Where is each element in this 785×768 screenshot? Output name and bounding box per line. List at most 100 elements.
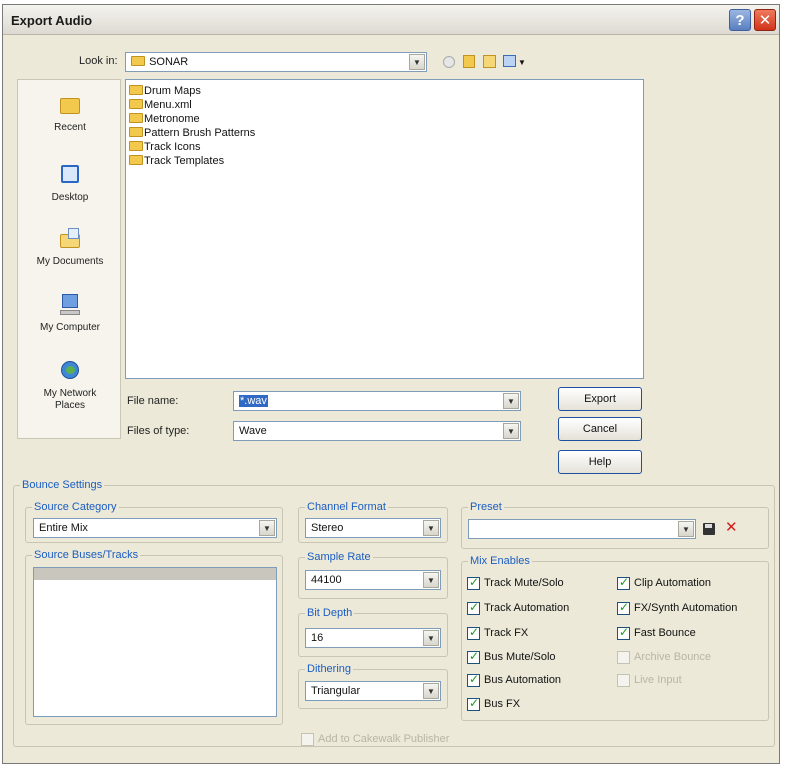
chevron-down-icon[interactable]: ▼: [503, 423, 519, 439]
chevron-down-icon[interactable]: ▼: [503, 393, 519, 409]
folder-icon: [129, 99, 143, 109]
source-buses-list[interactable]: [33, 567, 277, 717]
checkbox-box[interactable]: [467, 600, 480, 615]
new-folder-icon[interactable]: [483, 55, 496, 68]
chevron-down-icon[interactable]: ▼: [423, 630, 439, 646]
sample-rate-select[interactable]: 44100 ▼: [305, 570, 441, 590]
close-button[interactable]: ✕: [754, 9, 776, 31]
source-category-title: Source Category: [32, 501, 119, 513]
list-item[interactable]: Metronome: [129, 113, 200, 127]
list-header: [34, 568, 276, 580]
source-category-select[interactable]: Entire Mix ▼: [33, 518, 277, 538]
export-audio-dialog: Export Audio ? ✕ Look in: SONAR ▼ ▼ Rece…: [2, 4, 780, 764]
cancel-button[interactable]: Cancel: [558, 417, 642, 441]
place-label: My Network Places: [43, 388, 97, 411]
checkbox-label: Live Input: [634, 674, 682, 686]
checkbox-box[interactable]: [467, 696, 480, 711]
place-label: Desktop: [51, 192, 89, 203]
help-button[interactable]: Help: [558, 450, 642, 474]
files-of-type-select[interactable]: Wave ▼: [233, 421, 521, 441]
preset-title: Preset: [468, 501, 504, 513]
checkbox-label: Clip Automation: [634, 577, 712, 589]
folder-icon: [129, 85, 143, 95]
place-my-computer[interactable]: My Computer: [18, 292, 122, 334]
place-desktop[interactable]: Desktop: [18, 162, 122, 204]
folder-icon: [131, 56, 145, 66]
delete-preset-icon[interactable]: ✕: [725, 518, 738, 536]
list-item[interactable]: Track Templates: [129, 155, 224, 169]
save-preset-icon[interactable]: [703, 523, 715, 535]
dithering-select[interactable]: Triangular ▼: [305, 681, 441, 701]
view-menu-icon[interactable]: ▼: [503, 55, 526, 68]
checkbox-box[interactable]: [617, 600, 630, 615]
look-in-value: SONAR: [131, 56, 188, 68]
list-item[interactable]: Drum Maps: [129, 85, 201, 99]
chevron-down-icon[interactable]: ▼: [259, 520, 275, 536]
checkbox-box[interactable]: [467, 575, 480, 590]
checkbox-box[interactable]: [467, 625, 480, 640]
sample-rate-value: 44100: [311, 574, 342, 586]
chevron-down-icon[interactable]: ▼: [423, 520, 439, 536]
list-item[interactable]: Menu.xml: [129, 99, 192, 113]
chevron-down-icon[interactable]: ▼: [678, 521, 694, 537]
source-category-value: Entire Mix: [39, 522, 88, 534]
bit-depth-value: 16: [311, 632, 324, 644]
folder-name: Metronome: [144, 113, 200, 125]
checkbox-label: Archive Bounce: [634, 651, 712, 663]
place-network[interactable]: My Network Places: [18, 358, 122, 412]
checkbox-box[interactable]: [617, 625, 630, 640]
look-in-text: SONAR: [149, 56, 189, 68]
place-label: My Computer: [39, 322, 100, 333]
up-folder-icon[interactable]: [463, 55, 475, 68]
chevron-down-icon[interactable]: ▼: [409, 54, 425, 70]
desktop-icon: [56, 162, 84, 188]
checkbox-label: Track Mute/Solo: [484, 577, 564, 589]
chevron-down-icon[interactable]: ▼: [423, 683, 439, 699]
checkbox-label: Track Automation: [484, 602, 570, 614]
title-bar[interactable]: Export Audio ? ✕: [3, 5, 779, 35]
mix-enables-title: Mix Enables: [468, 555, 532, 567]
export-button[interactable]: Export: [558, 387, 642, 411]
checkbox-box: [617, 651, 630, 664]
checkbox-label: Bus FX: [484, 698, 521, 710]
places-bar: Recent Desktop My Documents My Computer: [17, 79, 121, 439]
dialog-title: Export Audio: [11, 13, 93, 28]
checkbox-box[interactable]: [467, 672, 480, 687]
checkbox-box[interactable]: [617, 575, 630, 590]
folder-icon: [129, 127, 143, 137]
back-icon[interactable]: [443, 56, 455, 68]
channel-format-title: Channel Format: [305, 501, 388, 513]
files-of-type-value: Wave: [239, 425, 267, 437]
place-recent[interactable]: Recent: [18, 92, 122, 134]
help-title-button[interactable]: ?: [729, 9, 751, 31]
chevron-down-icon[interactable]: ▼: [423, 572, 439, 588]
place-my-documents[interactable]: My Documents: [18, 226, 122, 268]
checkbox-box: [301, 733, 314, 746]
network-places-icon: [56, 358, 84, 384]
folder-name: Track Templates: [144, 155, 225, 167]
folder-name: Track Icons: [144, 141, 201, 153]
checkbox-label: Bus Automation: [484, 674, 562, 686]
bit-depth-select[interactable]: 16 ▼: [305, 628, 441, 648]
channel-format-select[interactable]: Stereo ▼: [305, 518, 441, 538]
list-item[interactable]: Pattern Brush Patterns: [129, 127, 255, 141]
recent-folder-icon: [56, 92, 84, 118]
file-name-label: File name:: [127, 395, 179, 407]
checkbox-box[interactable]: [467, 649, 480, 664]
look-in-combo[interactable]: SONAR ▼: [125, 52, 427, 72]
file-name-input[interactable]: *.wav ▼: [233, 391, 521, 411]
channel-format-value: Stereo: [311, 522, 344, 534]
place-label: My Documents: [36, 256, 104, 267]
checkbox-label: Add to Cakewalk Publisher: [318, 733, 450, 745]
file-list[interactable]: Drum Maps Menu.xml Metronome Pattern Bru…: [125, 79, 644, 379]
folder-name: Drum Maps: [144, 85, 201, 97]
preset-select[interactable]: ▼: [468, 519, 696, 539]
checkbox-label: Fast Bounce: [634, 627, 696, 639]
folder-icon: [129, 155, 143, 165]
file-name-value: *.wav: [239, 395, 268, 407]
my-computer-icon: [56, 292, 84, 318]
folder-name: Menu.xml: [144, 99, 192, 111]
list-item[interactable]: Track Icons: [129, 141, 200, 155]
my-documents-icon: [56, 226, 84, 252]
place-label: Recent: [54, 122, 86, 133]
